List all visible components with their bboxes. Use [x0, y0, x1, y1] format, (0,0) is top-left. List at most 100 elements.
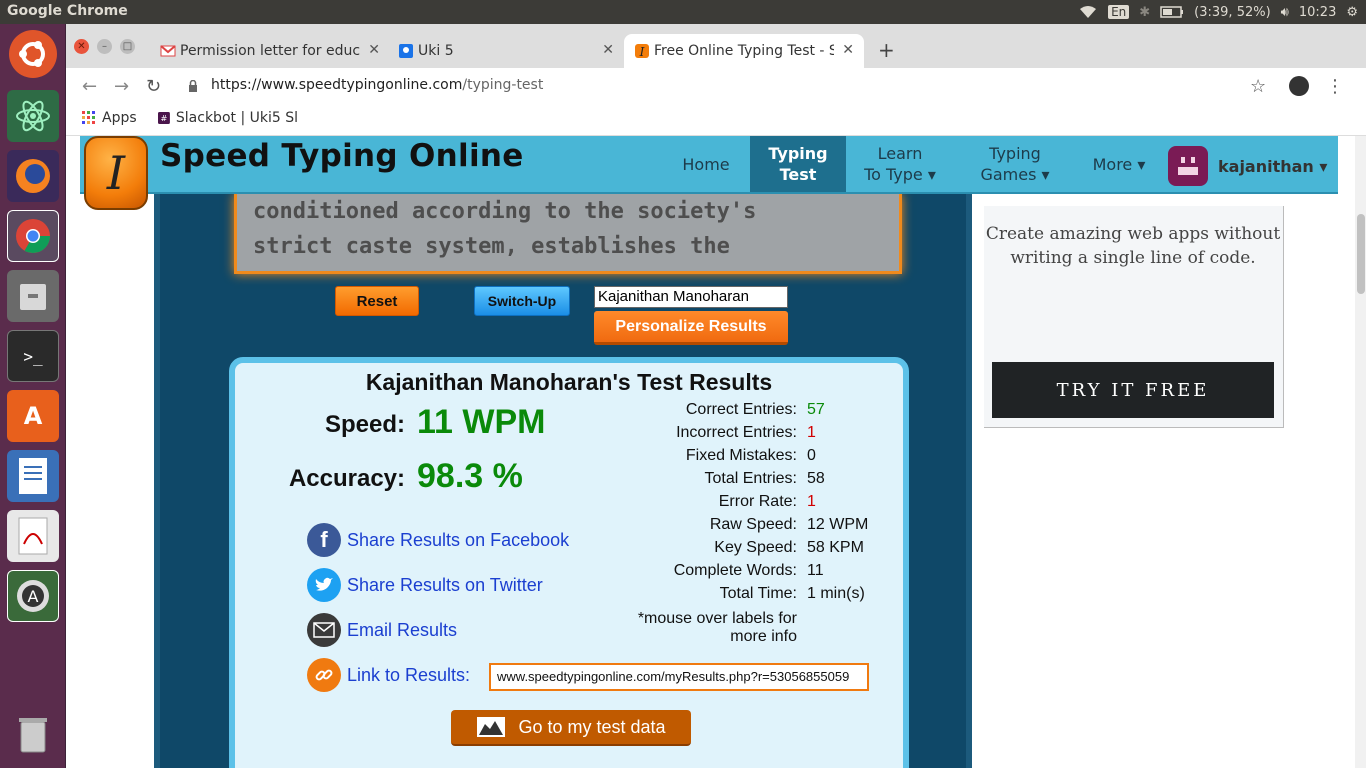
- stat-label-incorrect[interactable]: Incorrect Entries:: [557, 424, 797, 442]
- speed-value: 11 WPM: [417, 403, 546, 441]
- nav-typing-games[interactable]: Typing Games ▾: [970, 136, 1060, 192]
- window-close-button[interactable]: ✕: [74, 39, 89, 54]
- passage-line: conditioned according to the society's: [253, 199, 757, 224]
- go-to-test-data-button[interactable]: Go to my test data: [451, 710, 691, 746]
- nav-label: To Type ▾: [864, 165, 936, 184]
- software-center-icon[interactable]: A: [7, 390, 59, 442]
- site-name[interactable]: Speed Typing Online: [160, 138, 524, 174]
- firefox-icon[interactable]: [7, 150, 59, 202]
- share-twitter-label: Share Results on Twitter: [347, 574, 543, 595]
- user-menu[interactable]: kajanithan ▾: [1168, 146, 1327, 186]
- nav-typing-test[interactable]: Typing Test: [750, 136, 846, 192]
- writer-icon[interactable]: [7, 450, 59, 502]
- tab-typing-test[interactable]: I Free Online Typing Test - S ✕: [624, 34, 864, 68]
- battery-icon[interactable]: [1160, 6, 1184, 18]
- share-facebook-link[interactable]: f Share Results on Facebook: [307, 523, 569, 557]
- wifi-icon[interactable]: [1078, 5, 1098, 19]
- battery-status[interactable]: (3:39, 52%): [1194, 5, 1271, 20]
- link-to-results[interactable]: Link to Results:: [307, 658, 470, 692]
- accuracy-label[interactable]: Accuracy:: [265, 465, 405, 493]
- window-maximize-button[interactable]: □: [120, 39, 135, 54]
- ubuntu-dash-icon[interactable]: [9, 30, 57, 78]
- settings-gear-icon[interactable]: ⚙: [1346, 5, 1358, 20]
- page-scrollbar[interactable]: [1355, 136, 1366, 768]
- chrome-window: ✕ – □ Permission letter for educ ✕ Uki 5…: [66, 24, 1366, 768]
- new-tab-button[interactable]: +: [878, 38, 895, 62]
- nav-home[interactable]: Home: [668, 136, 744, 192]
- switch-up-button[interactable]: Switch-Up: [474, 286, 570, 316]
- keyboard-layout[interactable]: En: [1108, 5, 1130, 19]
- nav-more[interactable]: More ▾: [1084, 136, 1154, 192]
- stat-label-error-rate[interactable]: Error Rate:: [557, 493, 797, 511]
- try-it-free-button[interactable]: TRY IT FREE: [992, 362, 1274, 418]
- forward-arrow-icon[interactable]: →: [114, 76, 129, 97]
- nav-label: Test: [779, 165, 817, 184]
- terminal-icon[interactable]: >_: [7, 330, 59, 382]
- bookmark-label: Slackbot | Uki5 Sl: [175, 110, 298, 126]
- nav-learn-to-type[interactable]: Learn To Type ▾: [858, 136, 942, 192]
- chrome-menu-icon[interactable]: ⋮: [1326, 76, 1344, 97]
- envelope-icon: [307, 613, 341, 647]
- personalize-results-button[interactable]: Personalize Results: [594, 311, 788, 345]
- back-arrow-icon[interactable]: ←: [82, 76, 97, 97]
- ad-panel: Create amazing web apps without writing …: [984, 206, 1284, 428]
- window-minimize-button[interactable]: –: [97, 39, 112, 54]
- stat-value-total-entries: 58: [807, 470, 825, 487]
- facebook-icon: f: [307, 523, 341, 557]
- tab-close-icon[interactable]: ✕: [368, 42, 380, 58]
- bookmark-slackbot[interactable]: # Slackbot | Uki5 Sl: [158, 110, 298, 126]
- launcher: >_ A A: [0, 24, 66, 768]
- typing-passage: conditioned according to the society's s…: [234, 194, 902, 274]
- page-viewport: conditioned according to the society's s…: [66, 136, 1355, 768]
- classroom-icon: [399, 44, 413, 58]
- trash-icon[interactable]: [7, 708, 59, 760]
- svg-text:A: A: [28, 587, 39, 606]
- share-twitter-link[interactable]: Share Results on Twitter: [307, 568, 543, 602]
- profile-avatar[interactable]: [1289, 76, 1309, 96]
- volume-icon[interactable]: 🔊︎: [1281, 5, 1289, 20]
- software-updater-icon[interactable]: A: [7, 570, 59, 622]
- stat-label-correct[interactable]: Correct Entries:: [557, 401, 797, 419]
- document-viewer-icon[interactable]: [7, 510, 59, 562]
- stat-label-total-entries[interactable]: Total Entries:: [557, 470, 797, 488]
- username: kajanithan ▾: [1218, 156, 1328, 176]
- stat-label-key-speed[interactable]: Key Speed:: [557, 539, 797, 557]
- tab-title: Uki 5: [418, 43, 454, 59]
- bookmark-star-icon[interactable]: ☆: [1250, 76, 1266, 97]
- stat-value-complete-words: 11: [807, 562, 824, 579]
- tab-uki5[interactable]: Uki 5 ✕: [388, 34, 624, 68]
- stat-label-raw-speed[interactable]: Raw Speed:: [557, 516, 797, 534]
- tab-gmail[interactable]: Permission letter for educ ✕: [150, 34, 390, 68]
- bluetooth-icon[interactable]: ✱: [1139, 5, 1150, 20]
- user-avatar: [1168, 146, 1208, 186]
- speedtyping-favicon-icon: I: [635, 44, 649, 59]
- clock[interactable]: 10:23: [1299, 5, 1336, 20]
- tab-title: Permission letter for educ: [180, 43, 360, 59]
- scrollbar-thumb[interactable]: [1357, 214, 1365, 294]
- chart-icon: [477, 717, 506, 737]
- reset-button[interactable]: Reset: [335, 286, 419, 316]
- gmail-icon: [160, 45, 176, 57]
- tab-close-icon[interactable]: ✕: [842, 42, 854, 58]
- lock-icon[interactable]: [188, 80, 198, 92]
- bookmark-apps[interactable]: Apps: [82, 110, 137, 126]
- stat-label-fixed[interactable]: Fixed Mistakes:: [557, 447, 797, 465]
- atom-editor-icon[interactable]: [7, 90, 59, 142]
- email-results-label: Email Results: [347, 619, 458, 640]
- name-input[interactable]: Kajanithan Manoharan: [594, 286, 788, 308]
- link-to-results-label: Link to Results:: [347, 664, 471, 685]
- stat-value-incorrect: 1: [807, 424, 816, 441]
- stat-label-complete-words[interactable]: Complete Words:: [557, 562, 797, 580]
- email-results-link[interactable]: Email Results: [307, 613, 457, 647]
- results-link-field[interactable]: www.speedtypingonline.com/myResults.php?…: [489, 663, 869, 691]
- files-icon[interactable]: [7, 270, 59, 322]
- site-logo[interactable]: I: [84, 136, 148, 210]
- chrome-icon[interactable]: [7, 210, 59, 262]
- stat-label-total-time[interactable]: Total Time:: [557, 585, 797, 603]
- tab-close-icon[interactable]: ✕: [602, 42, 614, 58]
- reload-icon[interactable]: ↻: [146, 76, 161, 97]
- speed-label[interactable]: Speed:: [315, 411, 405, 439]
- nav-label: Learn: [877, 144, 923, 163]
- address-bar[interactable]: https://www.speedtypingonline.com/typing…: [211, 77, 543, 93]
- top-panel: Google Chrome En ✱ (3:39, 52%) 🔊︎ 10:23 …: [0, 0, 1366, 24]
